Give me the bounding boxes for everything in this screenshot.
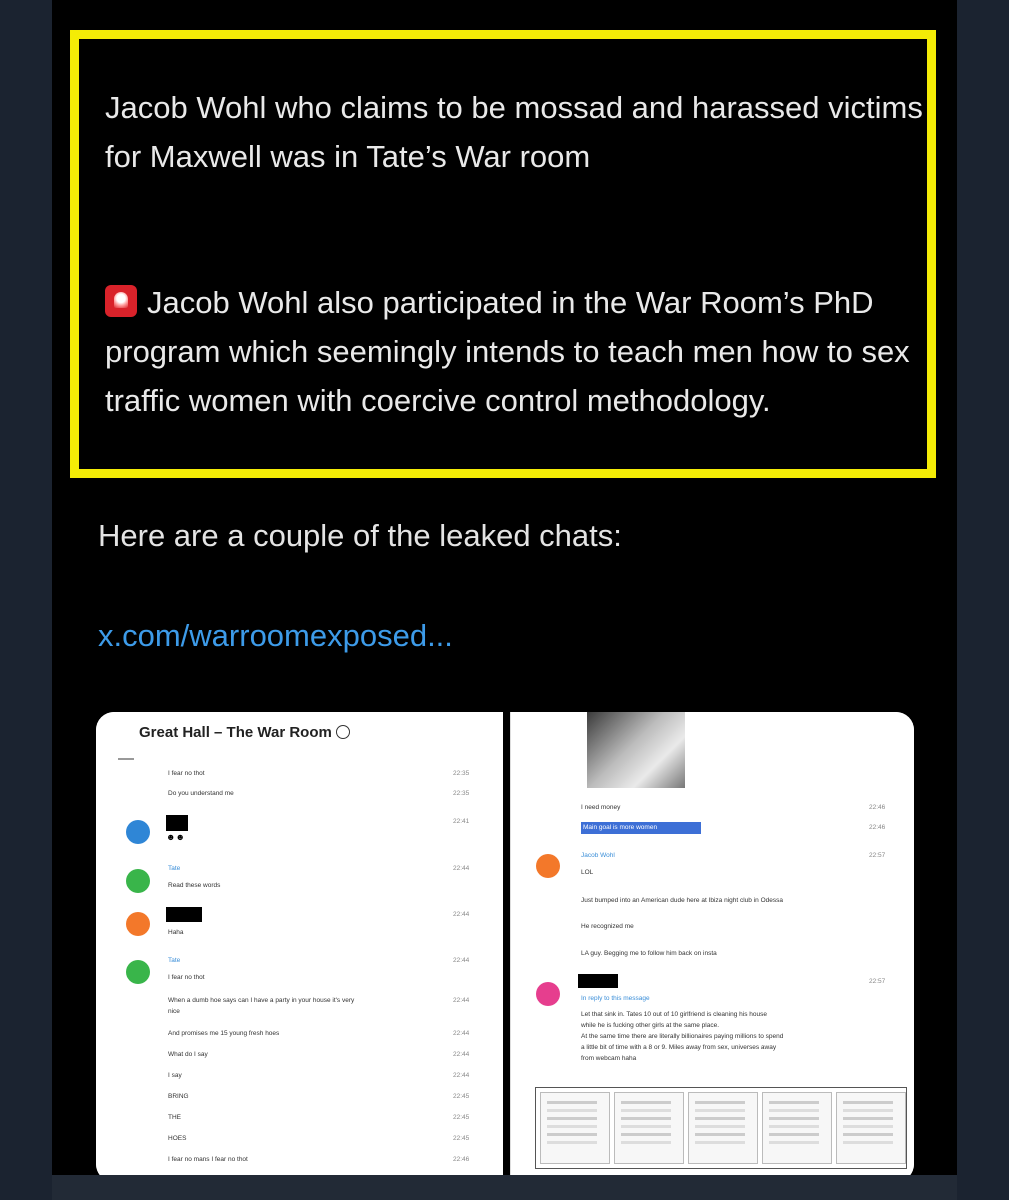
post-paragraph-2: Jacob Wohl also participated in the War … xyxy=(105,278,925,425)
message: BRING xyxy=(168,1093,189,1100)
timestamp: 22:46 xyxy=(869,824,886,831)
redacted-name xyxy=(578,974,618,988)
redacted-name xyxy=(166,907,202,922)
post-link[interactable]: x.com/warroomexposed... xyxy=(98,618,453,654)
sender-name: Tate xyxy=(168,957,181,964)
thumbnail[interactable] xyxy=(614,1092,684,1164)
timestamp: 22:44 xyxy=(453,1072,470,1079)
timestamp: 22:45 xyxy=(453,1135,470,1142)
timestamp: 22:57 xyxy=(869,852,886,859)
message: LA guy. Begging me to follow him back on… xyxy=(581,950,717,957)
chat-title: Great Hall – The War Room xyxy=(139,724,350,741)
timestamp: 22:46 xyxy=(453,1156,470,1163)
reply-label: In reply to this message xyxy=(581,995,650,1002)
post-paragraph-1: Jacob Wohl who claims to be mossad and h… xyxy=(105,90,923,174)
thumbnail[interactable] xyxy=(836,1092,906,1164)
skull-icon xyxy=(335,725,350,739)
message: Let that sink in. Tates 10 out of 10 gir… xyxy=(581,1011,767,1018)
timestamp: 22:45 xyxy=(453,1093,470,1100)
message: He recognized me xyxy=(581,923,634,930)
avatar xyxy=(536,854,560,878)
timestamp: 22:35 xyxy=(453,770,470,777)
timestamp: 22:46 xyxy=(869,804,886,811)
post-frame: Jacob Wohl who claims to be mossad and h… xyxy=(52,0,957,1175)
timestamp: 22:44 xyxy=(453,1030,470,1037)
siren-icon xyxy=(105,285,137,317)
timestamp: 22:44 xyxy=(453,911,470,918)
message: THE xyxy=(168,1114,181,1121)
thumbnail[interactable] xyxy=(688,1092,758,1164)
avatar xyxy=(126,912,150,936)
thumbnail[interactable] xyxy=(540,1092,610,1164)
message: while he is fucking other girls at the s… xyxy=(581,1022,720,1029)
message: from webcam haha xyxy=(581,1055,637,1062)
message: I fear no thot xyxy=(168,770,205,777)
timestamp: 22:57 xyxy=(869,978,886,985)
message: LOL xyxy=(581,869,594,876)
timestamp: 22:44 xyxy=(453,865,470,872)
image-card[interactable]: Great Hall – The War Room I fear no thot… xyxy=(96,712,914,1175)
message: HOES xyxy=(168,1135,187,1142)
message: I fear no mans I fear no thot xyxy=(168,1156,248,1163)
chat-screenshot-right: I need money 22:46 Main goal is more wom… xyxy=(510,712,914,1175)
message: And promises me 15 young fresh hoes xyxy=(168,1030,280,1037)
message: Main goal is more women xyxy=(583,824,658,831)
message: Haha xyxy=(168,929,184,936)
thumbnail[interactable] xyxy=(762,1092,832,1164)
message: I fear no thot xyxy=(168,974,205,981)
panel-gap xyxy=(503,712,510,1175)
message: a little bit of time with a 8 or 9. Mile… xyxy=(581,1044,777,1051)
bottom-bar xyxy=(52,1175,957,1200)
sender-name: Tate xyxy=(168,865,181,872)
timestamp: 22:44 xyxy=(453,997,470,1004)
message: I need money xyxy=(581,804,621,811)
message: At the same time there are literally bil… xyxy=(581,1033,784,1040)
message: nice xyxy=(168,1008,180,1015)
message: When a dumb hoe says can I have a party … xyxy=(168,997,355,1004)
timestamp: 22:44 xyxy=(453,1051,470,1058)
timestamp: 22:41 xyxy=(453,818,470,825)
sender-name: Jacob Wohl xyxy=(581,852,615,859)
redacted-name xyxy=(166,815,188,831)
timestamp: 22:44 xyxy=(453,957,470,964)
photo-thumbnail xyxy=(587,712,685,788)
message: Just bumped into an American dude here a… xyxy=(581,897,783,904)
avatar xyxy=(126,869,150,893)
message: Read these words xyxy=(168,882,221,889)
highlight-box: Jacob Wohl who claims to be mossad and h… xyxy=(70,30,936,478)
avatar xyxy=(126,820,150,844)
emoji: ☻☻ xyxy=(166,832,185,842)
timestamp: 22:35 xyxy=(453,790,470,797)
chat-screenshot-left: Great Hall – The War Room I fear no thot… xyxy=(96,712,503,1175)
timestamp: 22:45 xyxy=(453,1114,470,1121)
post-paragraph-2-text: Jacob Wohl also participated in the War … xyxy=(105,285,910,418)
message: I say xyxy=(168,1072,182,1079)
message: What do I say xyxy=(168,1051,208,1058)
avatar xyxy=(536,982,560,1006)
thumbnail-strip xyxy=(535,1087,907,1169)
lead-text: Here are a couple of the leaked chats: xyxy=(98,518,622,553)
divider xyxy=(118,758,134,760)
message: Do you understand me xyxy=(168,790,234,797)
avatar xyxy=(126,960,150,984)
